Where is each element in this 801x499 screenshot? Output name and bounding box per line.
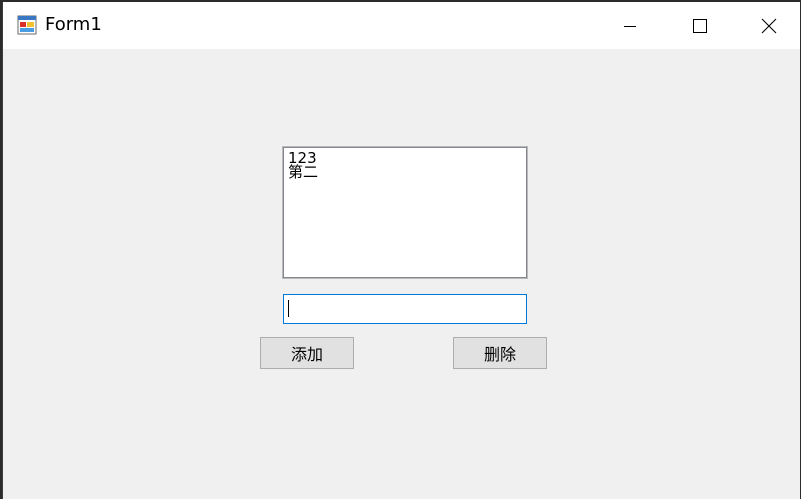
list-item[interactable]: 123 <box>284 151 526 166</box>
list-item[interactable]: 第二 <box>284 165 526 180</box>
minimize-button[interactable] <box>595 2 665 49</box>
add-button[interactable]: 添加 <box>260 337 354 369</box>
items-listbox[interactable]: 123 第二 <box>282 146 528 279</box>
minimize-icon <box>624 25 636 27</box>
item-text-input[interactable] <box>283 294 527 324</box>
close-icon <box>761 18 777 33</box>
maximize-button[interactable] <box>665 2 735 49</box>
delete-button[interactable]: 删除 <box>453 337 547 369</box>
close-button[interactable] <box>734 2 801 49</box>
title-bar[interactable]: Form1 <box>3 2 800 49</box>
text-caret <box>288 300 289 317</box>
app-icon <box>17 15 37 35</box>
window-title: Form1 <box>45 14 102 35</box>
maximize-icon <box>693 18 707 33</box>
form1-window: Form1 123 第二 添加 删除 <box>2 2 800 499</box>
